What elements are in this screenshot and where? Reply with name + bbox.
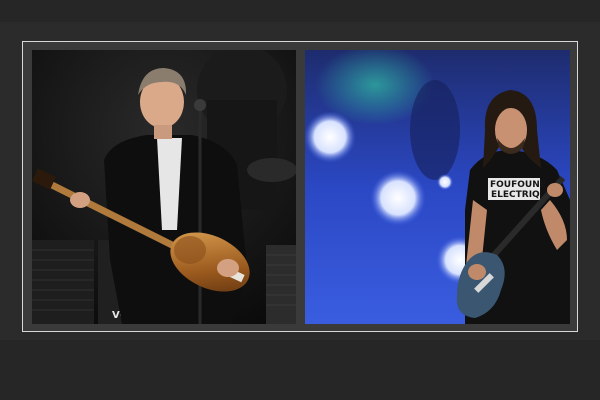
left-concert-photo: VO VOX <box>32 50 296 324</box>
guitarist-with-violin-bass-photo-icon: VO VOX <box>32 50 296 324</box>
bottom-band <box>0 340 600 400</box>
shirt-print-line-1: FOUFOUNE <box>490 180 546 190</box>
guitarist-with-electric-guitar-photo-icon: FOUFOUNE ELECTRIQUE <box>305 50 570 324</box>
top-band <box>0 0 600 22</box>
right-concert-photo: FOUFOUNE ELECTRIQUE <box>305 50 570 324</box>
